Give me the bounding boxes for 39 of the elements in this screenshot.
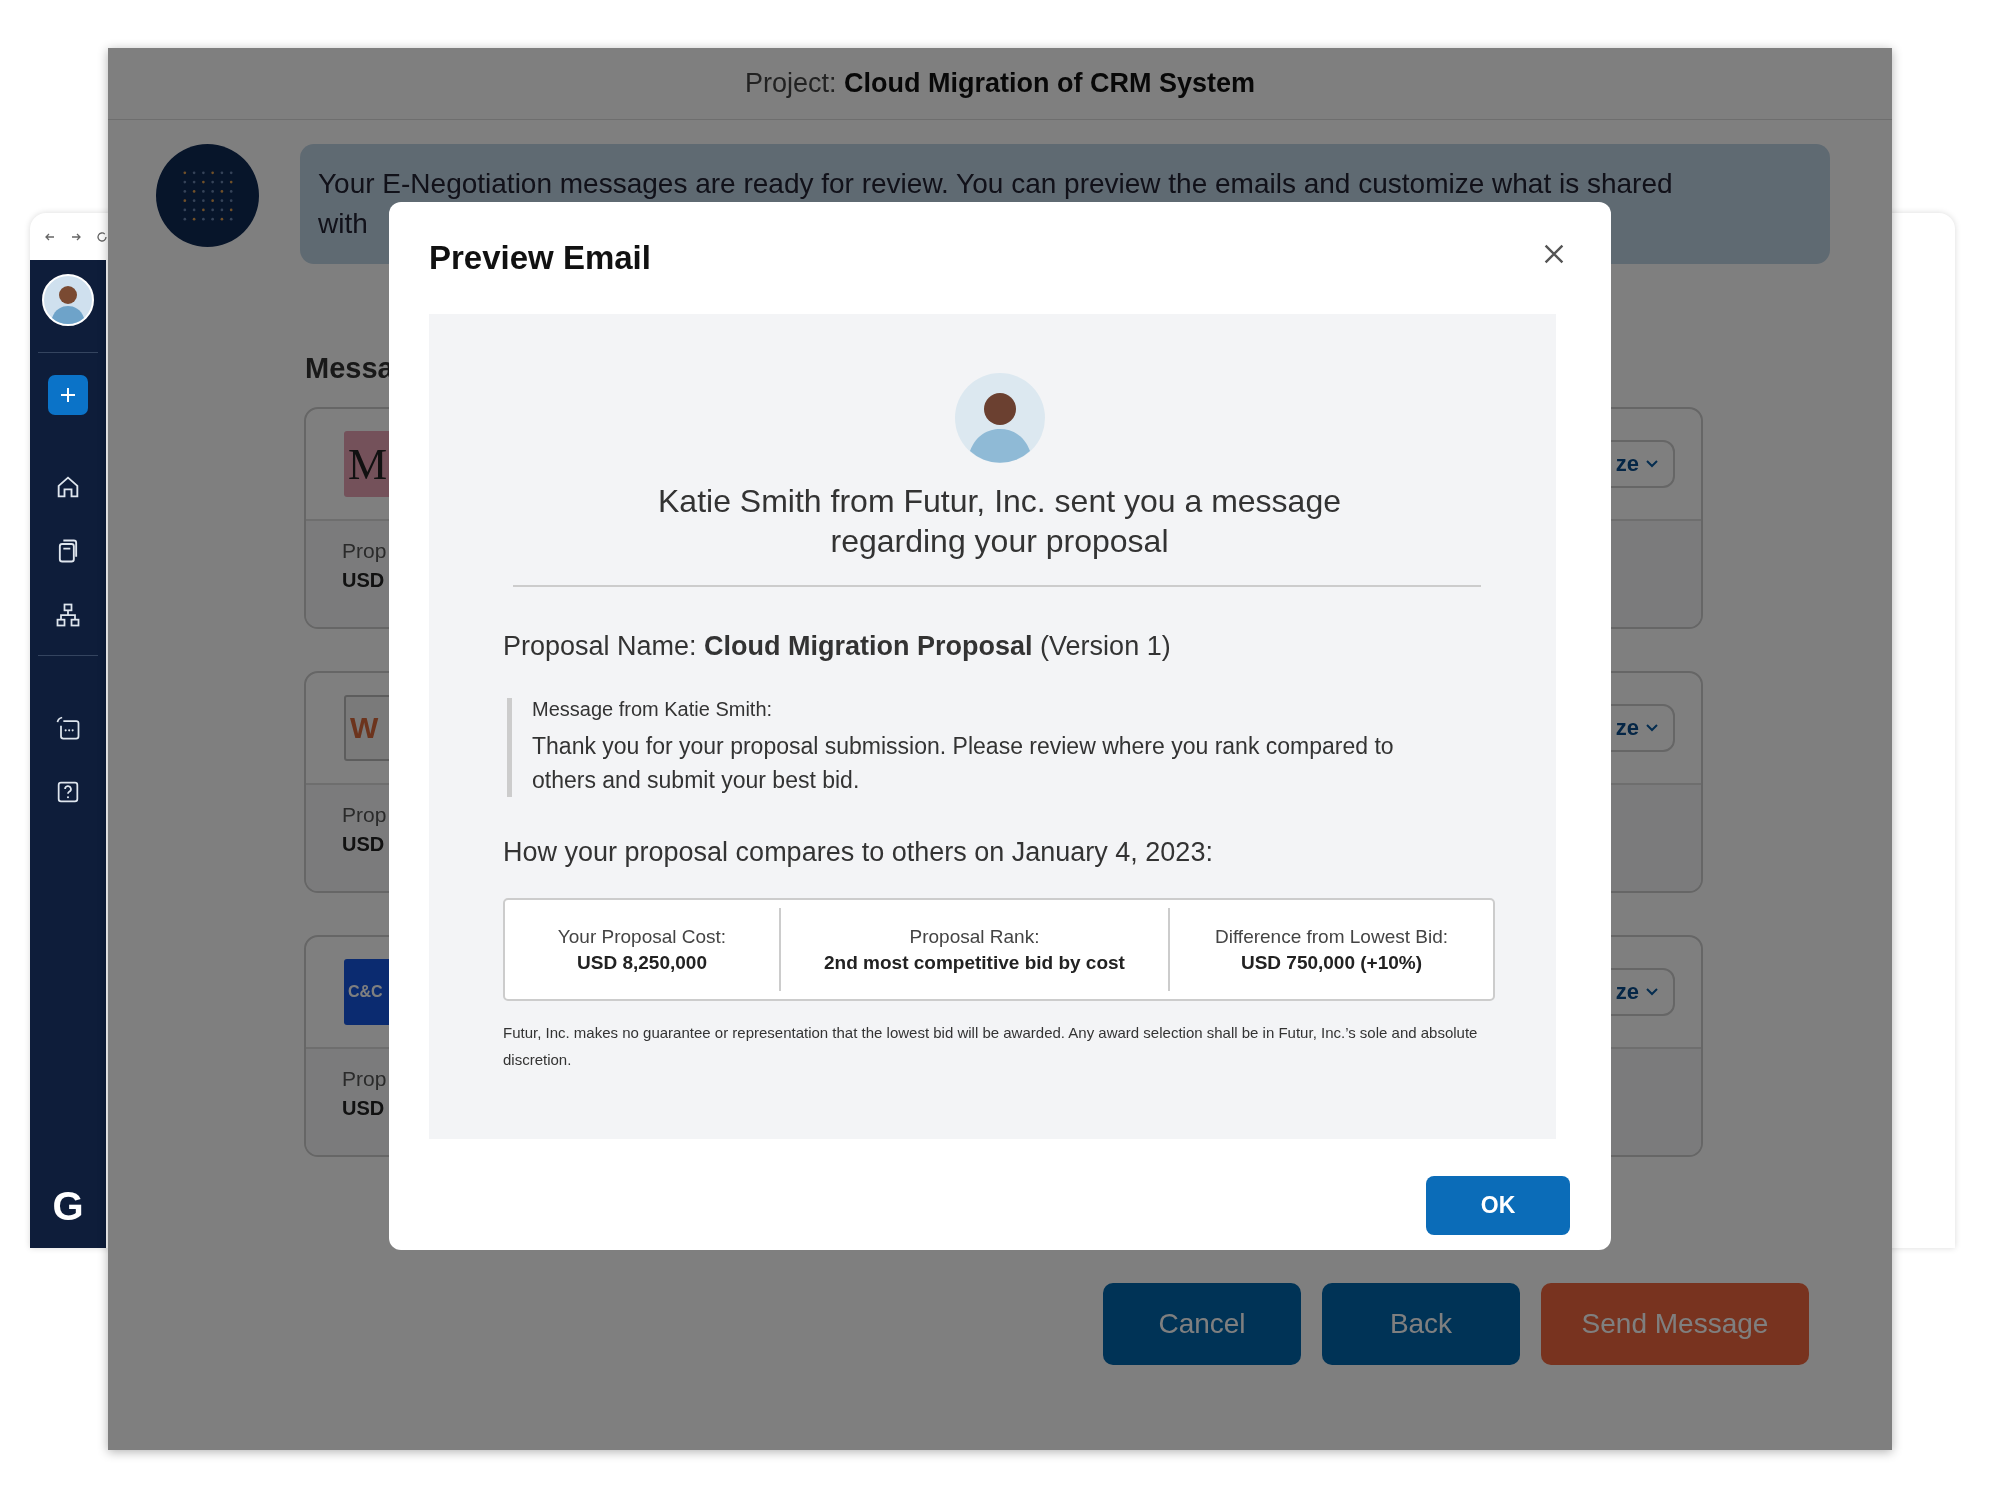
footer-button[interactable]: Back bbox=[1322, 1283, 1520, 1365]
chevron-down-icon bbox=[1645, 987, 1659, 997]
assistant-message: with bbox=[318, 207, 369, 241]
stat-label: Difference from Lowest Bid: bbox=[1215, 925, 1448, 948]
disclaimer: Futur, Inc. makes no guarantee or representation that the lowest bid will be awarded. Any award selection shall be in Futur, Inc.’s sole and absolute discretion. bbox=[503, 1023, 1478, 1070]
stat-value: USD 750,000 (+10%) bbox=[1240, 951, 1423, 974]
card-value: USD bbox=[342, 833, 385, 856]
reload-icon[interactable] bbox=[96, 230, 108, 243]
avatar-icon[interactable] bbox=[42, 274, 94, 326]
comparison-heading: How your proposal compares to others on January 4, 2023: bbox=[503, 837, 1214, 868]
card-label: Prop bbox=[342, 1067, 387, 1091]
project-title: Project: Cloud Migration of CRM System bbox=[744, 68, 1255, 99]
add-button[interactable] bbox=[48, 375, 88, 415]
logo[interactable]: G bbox=[52, 1186, 84, 1226]
plus-icon bbox=[58, 385, 78, 405]
stat-label: Proposal Rank: bbox=[909, 925, 1040, 948]
stat-value: 2nd most competitive bid by cost bbox=[824, 951, 1125, 974]
assistant-avatar-icon bbox=[156, 144, 259, 247]
card-label: Prop bbox=[342, 539, 387, 563]
hierarchy-icon[interactable] bbox=[54, 601, 82, 629]
avatar-icon bbox=[954, 373, 1045, 463]
message-body: Thank you for your proposal submission. Please review where you rank compared to others and submit your best bid. bbox=[532, 732, 1395, 795]
ok-button[interactable]: OK bbox=[1426, 1176, 1570, 1235]
dialog-title: Preview Email bbox=[429, 239, 651, 277]
send-button[interactable]: Send Message bbox=[1541, 1283, 1809, 1365]
card-label: Prop bbox=[342, 803, 387, 827]
assistant-message: Your E-Negotiation messages are ready for review. You can preview the emails and customize what is shared bbox=[318, 167, 1674, 201]
chevron-down-icon bbox=[1645, 459, 1659, 469]
card-value: USD bbox=[342, 569, 385, 592]
close-icon[interactable] bbox=[1542, 242, 1566, 266]
stat-value: USD 8,250,000 bbox=[577, 951, 707, 974]
chevron-down-icon bbox=[1645, 723, 1659, 733]
chat-icon[interactable] bbox=[54, 714, 82, 742]
stat-label: Your Proposal Cost: bbox=[557, 925, 727, 948]
email-heading: Katie Smith from Futur, Inc. sent you a message regarding your proposal bbox=[657, 482, 1342, 561]
card-value: USD bbox=[342, 1097, 385, 1120]
message-label: Message from Katie Smith: bbox=[532, 698, 774, 721]
proposal-name: Proposal Name: Cloud Migration Proposal (Version 1) bbox=[503, 631, 1172, 662]
footer-button[interactable]: Cancel bbox=[1103, 1283, 1301, 1365]
